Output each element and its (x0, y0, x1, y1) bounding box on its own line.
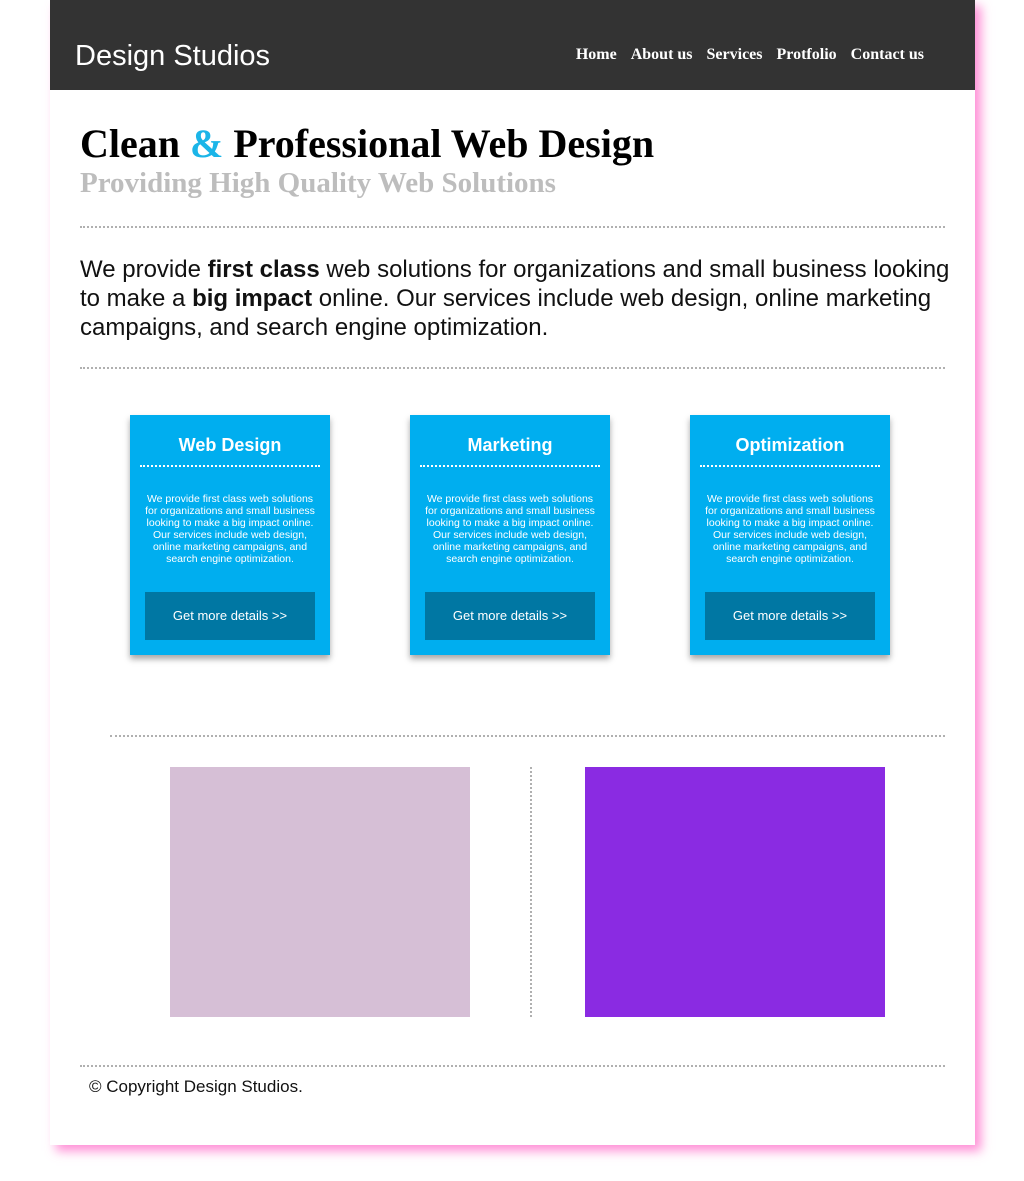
card-description: We provide first class web solutions for… (705, 493, 875, 565)
card-divider (420, 465, 600, 467)
hero-subtitle: Providing High Quality Web Solutions (80, 167, 556, 199)
nav-about-link[interactable]: About us (631, 46, 693, 64)
card-details-button[interactable]: Get more details >> (145, 592, 315, 640)
intro-paragraph: We provide first class web solutions for… (80, 255, 950, 342)
hero-title: Clean & Professional Web Design (80, 122, 654, 166)
card-details-button[interactable]: Get more details >> (705, 592, 875, 640)
card-title: Marketing (467, 435, 553, 455)
intro-text: We provide (80, 256, 208, 283)
intro-divider (80, 367, 945, 369)
gallery-image-right (585, 767, 885, 1017)
intro-emphasis: first class (207, 256, 320, 283)
service-card-web-design: Web Design We provide first class web so… (130, 415, 330, 655)
intro-emphasis: big impact (192, 285, 313, 312)
hero-title-part1: Clean (80, 121, 180, 166)
gallery-vertical-divider (530, 767, 532, 1017)
card-title: Optimization (735, 435, 845, 455)
card-details-button[interactable]: Get more details >> (425, 592, 595, 640)
card-description: We provide first class web solutions for… (425, 493, 595, 565)
nav-contact-link[interactable]: Contact us (851, 46, 924, 64)
nav-portfolio-link[interactable]: Protfolio (777, 46, 837, 64)
card-title: Web Design (178, 435, 282, 455)
hero-section: Clean & Professional Web Design Providin… (80, 122, 654, 200)
card-description: We provide first class web solutions for… (145, 493, 315, 565)
copyright-text: © Copyright Design Studios. (89, 1077, 303, 1096)
page-container: Design Studios Home About us Services Pr… (50, 0, 975, 1145)
nav-home-link[interactable]: Home (576, 46, 617, 64)
nav-services-link[interactable]: Services (707, 46, 763, 64)
card-divider (140, 465, 320, 467)
site-logo[interactable]: Design Studios (75, 40, 270, 73)
site-header: Design Studios Home About us Services Pr… (50, 0, 975, 90)
hero-divider (80, 226, 945, 228)
gallery-divider (110, 735, 945, 737)
card-divider (700, 465, 880, 467)
gallery-image-left (170, 767, 470, 1017)
hero-title-part2: Professional Web Design (233, 121, 655, 166)
main-nav: Home About us Services Protfolio Contact… (562, 46, 924, 64)
service-card-marketing: Marketing We provide first class web sol… (410, 415, 610, 655)
hero-title-ampersand: & (190, 121, 224, 166)
footer-divider (80, 1065, 945, 1067)
service-card-optimization: Optimization We provide first class web … (690, 415, 890, 655)
